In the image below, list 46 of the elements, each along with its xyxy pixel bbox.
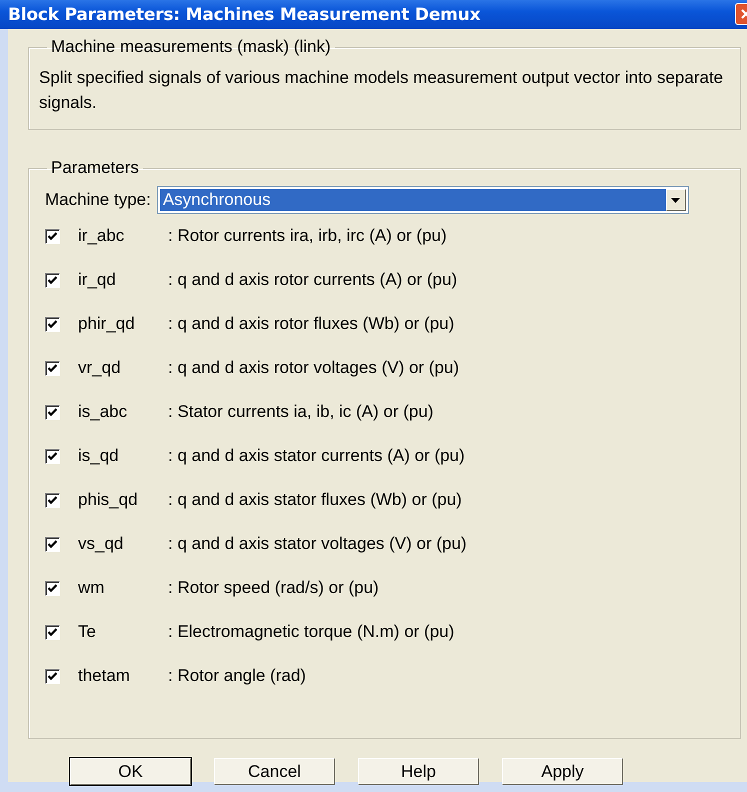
checkbox[interactable] bbox=[45, 228, 60, 244]
dropdown-value: Asynchronous bbox=[160, 189, 666, 211]
signal-description: : Rotor angle (rad) bbox=[168, 666, 306, 686]
checkbox[interactable] bbox=[45, 624, 60, 640]
signal-description: : Stator currents ia, ib, ic (A) or (pu) bbox=[168, 402, 434, 422]
signal-name: wm bbox=[78, 578, 106, 598]
checkbox[interactable] bbox=[45, 448, 60, 464]
signal-description: : q and d axis stator fluxes (Wb) or (pu) bbox=[168, 490, 462, 510]
signal-description: : q and d axis stator voltages (V) or (pu) bbox=[168, 534, 467, 554]
signal-name: Te bbox=[78, 622, 97, 642]
signal-name: vr_qd bbox=[78, 358, 122, 378]
caret-icon bbox=[671, 198, 680, 202]
signal-description: : Rotor speed (rad/s) or (pu) bbox=[168, 578, 379, 598]
signal-name: is_abc bbox=[78, 402, 128, 422]
machine-type-label: Machine type: bbox=[45, 190, 151, 210]
signal-name: phir_qd bbox=[78, 314, 136, 334]
checkbox[interactable] bbox=[45, 536, 60, 552]
checkbox[interactable] bbox=[45, 404, 60, 420]
dropdown-arrow-button[interactable] bbox=[666, 189, 686, 211]
signal-name: phis_qd bbox=[78, 490, 139, 510]
signal-name: ir_abc bbox=[78, 226, 126, 246]
signal-name: vs_qd bbox=[78, 534, 124, 554]
signal-name: is_qd bbox=[78, 446, 120, 466]
signal-description: : q and d axis stator currents (A) or (pu) bbox=[168, 446, 465, 466]
signal-name: thetam bbox=[78, 666, 131, 686]
signal-description: : q and d axis rotor fluxes (Wb) or (pu) bbox=[168, 314, 454, 334]
machine-type-dropdown[interactable]: Asynchronous bbox=[156, 186, 689, 214]
signal-name: ir_qd bbox=[78, 270, 117, 290]
description-text: Split specified signals of various machine models measurement output vector into separate signals. bbox=[39, 67, 724, 114]
signal-description: : Rotor currents ira, irb, irc (A) or (pu) bbox=[168, 226, 447, 246]
checkbox[interactable] bbox=[45, 316, 60, 332]
window-title: Block Parameters: Machines Measurement Demux bbox=[8, 4, 480, 24]
dialog-button[interactable]: Cancel bbox=[214, 758, 335, 785]
signal-description: : q and d axis rotor currents (A) or (pu) bbox=[168, 270, 458, 290]
checkbox[interactable] bbox=[45, 492, 60, 508]
group-title: Machine measurements (mask) (link) bbox=[50, 37, 332, 57]
checkbox[interactable] bbox=[45, 580, 60, 596]
checkbox[interactable] bbox=[45, 360, 60, 376]
checkbox[interactable] bbox=[45, 272, 60, 288]
checkbox[interactable] bbox=[45, 668, 60, 684]
dialog-button[interactable]: Apply bbox=[502, 758, 623, 785]
signal-description: : q and d axis rotor voltages (V) or (pu) bbox=[168, 358, 460, 378]
signal-description: : Electromagnetic torque (N.m) or (pu) bbox=[168, 622, 454, 642]
group-title: Parameters bbox=[50, 158, 140, 178]
dialog-button[interactable]: Help bbox=[358, 758, 479, 785]
dialog-button[interactable]: OK bbox=[70, 758, 191, 785]
